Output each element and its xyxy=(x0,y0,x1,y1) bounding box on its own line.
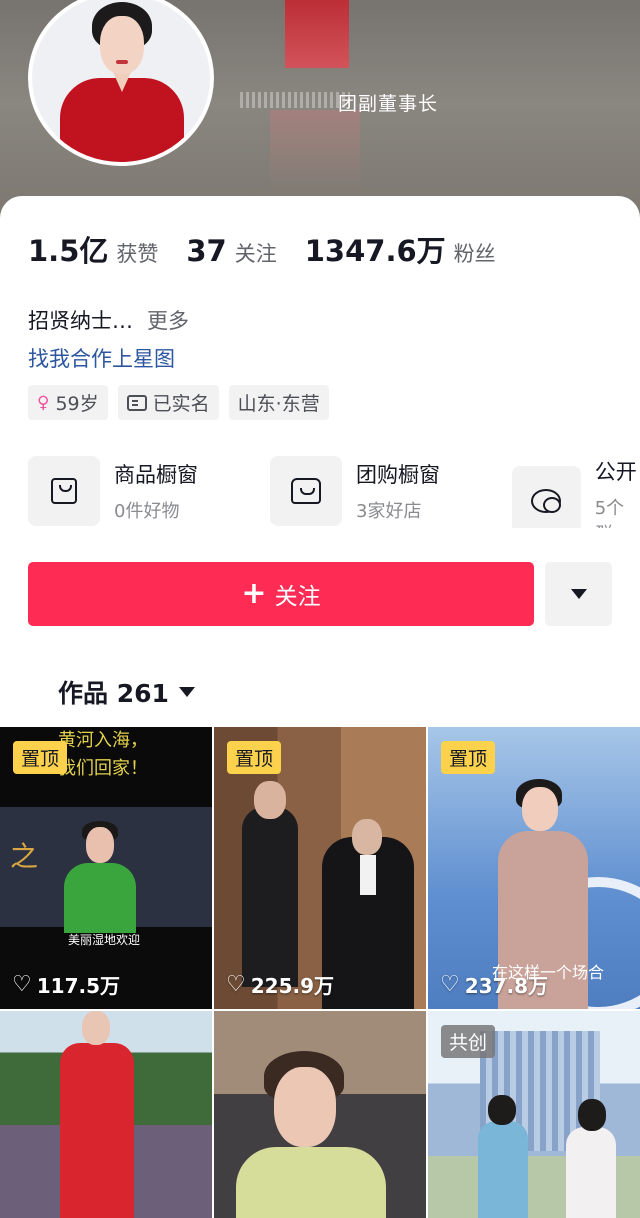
figure-right-head xyxy=(352,819,382,855)
person-right xyxy=(566,1127,616,1218)
public-groups-title: 公开 xyxy=(594,460,637,484)
bio: 招贤纳士… 更多 xyxy=(28,305,189,335)
star-map-link[interactable]: 找我合作上星图 xyxy=(28,343,175,373)
follow-button[interactable]: + 关注 xyxy=(28,562,534,626)
person-face xyxy=(82,1011,110,1045)
thumbnail-decor-text: 之 xyxy=(10,840,39,873)
store-icon xyxy=(270,456,342,526)
figure-left-head xyxy=(254,781,286,819)
video-likes: ♡ 225.9万 xyxy=(226,970,334,999)
service-row: 商品橱窗 0件好物 团购橱窗 3家好店 公开 5个群 xyxy=(28,456,640,528)
person-face xyxy=(274,1067,336,1147)
cover-title-text: 团副董事长 xyxy=(338,93,439,115)
followers-count[interactable]: 1347.6万 xyxy=(305,228,446,270)
likes-count: 1.5亿 xyxy=(28,234,109,268)
female-icon: ♀ xyxy=(37,392,50,413)
singer-dress xyxy=(64,863,136,933)
cover-reflection xyxy=(270,110,360,190)
cover-blur xyxy=(240,92,350,108)
red-dress xyxy=(60,1043,134,1218)
public-groups[interactable]: 公开 5个群 xyxy=(512,456,640,528)
verified-text: 已实名 xyxy=(152,393,210,415)
pinned-badge: 置顶 xyxy=(441,741,496,774)
id-card-icon xyxy=(126,394,147,411)
pinned-badge: 置顶 xyxy=(227,741,282,774)
video-likes: ♡ 117.5万 xyxy=(12,970,120,999)
followers-label[interactable]: 粉丝 xyxy=(454,238,496,268)
heart-icon: ♡ xyxy=(440,972,460,997)
thumbnail-overlay-text: 黄河入海， 我们回家！ xyxy=(58,730,148,779)
thumbnail-caption: 美丽湿地欢迎 xyxy=(68,933,141,947)
works-tab-label: 作品 261 xyxy=(58,679,169,708)
video-likes-count: 237.8万 xyxy=(464,974,548,998)
group-chat-icon xyxy=(512,466,581,528)
group-buy-title: 团购橱窗 xyxy=(356,463,440,487)
person-left xyxy=(478,1121,528,1218)
caret-down-icon xyxy=(570,589,587,599)
avatar-lips xyxy=(116,60,128,64)
singer-face xyxy=(86,827,114,863)
age-tag: ♀ 59岁 xyxy=(28,385,108,420)
video-grid: 黄河入海， 我们回家！ 之 美丽湿地欢迎 置顶 ♡ 117.5万 置顶 ♡ 22… xyxy=(0,727,640,1218)
heart-icon: ♡ xyxy=(226,972,246,997)
video-thumbnail[interactable] xyxy=(214,1011,426,1218)
tab-works[interactable]: 作品 261 xyxy=(58,674,195,710)
video-likes-count: 117.5万 xyxy=(36,974,120,998)
video-thumbnail[interactable]: 在这样一个场合 置顶 ♡ 237.8万 xyxy=(428,727,640,1009)
bio-text: 招贤纳士… xyxy=(28,309,133,333)
video-likes: ♡ 237.8万 xyxy=(440,970,548,999)
singer-face xyxy=(522,787,558,831)
caret-down-icon xyxy=(178,687,195,697)
public-groups-subtitle: 5个群 xyxy=(594,498,625,528)
person-jacket xyxy=(236,1147,386,1218)
cover-figure xyxy=(285,0,349,68)
plus-icon: + xyxy=(241,576,267,611)
group-buy-subtitle: 3家好店 xyxy=(356,501,422,522)
follow-button-label: 关注 xyxy=(274,584,321,610)
age-text: 59岁 xyxy=(55,393,99,415)
person-right-head xyxy=(578,1099,606,1131)
likes-label: 获赞 xyxy=(116,242,159,266)
verified-tag[interactable]: 已实名 xyxy=(117,385,219,420)
location-tag: 山东·东营 xyxy=(228,385,329,420)
more-options-button[interactable] xyxy=(545,562,612,626)
product-showcase-subtitle: 0件好物 xyxy=(114,501,180,522)
figure-right-shirt xyxy=(360,855,376,895)
figure-left xyxy=(242,807,298,987)
video-likes-count: 225.9万 xyxy=(250,974,334,998)
profile-stats: 1.5亿 获赞 37 关注 1347.6万 粉丝 xyxy=(28,228,524,270)
video-thumbnail[interactable]: 黄河入海， 我们回家！ 之 美丽湿地欢迎 置顶 ♡ 117.5万 xyxy=(0,727,212,1009)
product-showcase-title: 商品橱窗 xyxy=(114,463,198,487)
shopping-bag-icon xyxy=(28,456,100,526)
pinned-badge: 置顶 xyxy=(13,741,68,774)
product-showcase[interactable]: 商品橱窗 0件好物 xyxy=(28,456,198,526)
location-text: 山东·东营 xyxy=(237,393,320,415)
bio-more-link[interactable]: 更多 xyxy=(147,309,189,333)
video-thumbnail[interactable] xyxy=(0,1011,212,1218)
group-buy-showcase[interactable]: 团购橱窗 3家好店 xyxy=(270,456,440,526)
video-thumbnail[interactable]: 置顶 ♡ 225.9万 xyxy=(214,727,426,1009)
profile-tags: ♀ 59岁 已实名 山东·东营 xyxy=(28,385,329,420)
heart-icon: ♡ xyxy=(12,972,32,997)
co-creation-badge: 共创 xyxy=(441,1025,496,1058)
avatar-face xyxy=(100,16,144,74)
following-count[interactable]: 37 xyxy=(186,234,226,268)
video-thumbnail[interactable]: 共创 xyxy=(428,1011,640,1218)
following-label[interactable]: 关注 xyxy=(235,238,277,268)
person-left-head xyxy=(488,1095,516,1125)
